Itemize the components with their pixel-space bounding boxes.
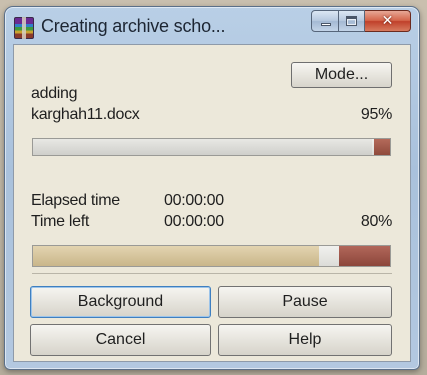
file-progress-bar xyxy=(32,138,391,156)
archive-progress-dialog: Creating archive scho... ✕ Mode... addin… xyxy=(4,6,420,370)
total-percent: 80% xyxy=(360,213,392,230)
time-left-value: 00:00:00 xyxy=(164,213,224,230)
file-progress-marker xyxy=(374,139,390,155)
file-percent: 95% xyxy=(360,106,392,123)
maximize-button[interactable] xyxy=(339,10,365,32)
elapsed-time-value: 00:00:00 xyxy=(164,192,224,209)
close-icon: ✕ xyxy=(381,13,394,29)
current-file-name: karghah11.docx xyxy=(31,106,140,123)
maximize-icon xyxy=(346,16,357,26)
mode-button[interactable]: Mode... xyxy=(291,62,392,88)
winrar-archive-icon xyxy=(14,17,34,39)
total-progress-bar xyxy=(32,245,391,267)
total-progress-marker xyxy=(339,246,390,266)
divider xyxy=(32,273,392,274)
status-label: adding xyxy=(31,85,78,102)
minimize-button[interactable] xyxy=(311,10,339,32)
close-button[interactable]: ✕ xyxy=(365,10,411,32)
file-progress-fill xyxy=(33,139,373,155)
cancel-button[interactable]: Cancel xyxy=(30,324,211,356)
minimize-icon xyxy=(321,23,331,26)
title-bar[interactable]: Creating archive scho... ✕ xyxy=(5,7,419,45)
window-title: Creating archive scho... xyxy=(41,16,226,36)
pause-button[interactable]: Pause xyxy=(218,286,392,318)
elapsed-time-label: Elapsed time xyxy=(31,192,120,209)
help-button[interactable]: Help xyxy=(218,324,392,356)
background-button[interactable]: Background xyxy=(30,286,211,318)
total-progress-fill xyxy=(33,246,319,266)
window-controls: ✕ xyxy=(311,10,411,32)
dialog-body: Mode... adding karghah11.docx 95% Elapse… xyxy=(13,44,411,362)
time-left-label: Time left xyxy=(31,213,90,230)
